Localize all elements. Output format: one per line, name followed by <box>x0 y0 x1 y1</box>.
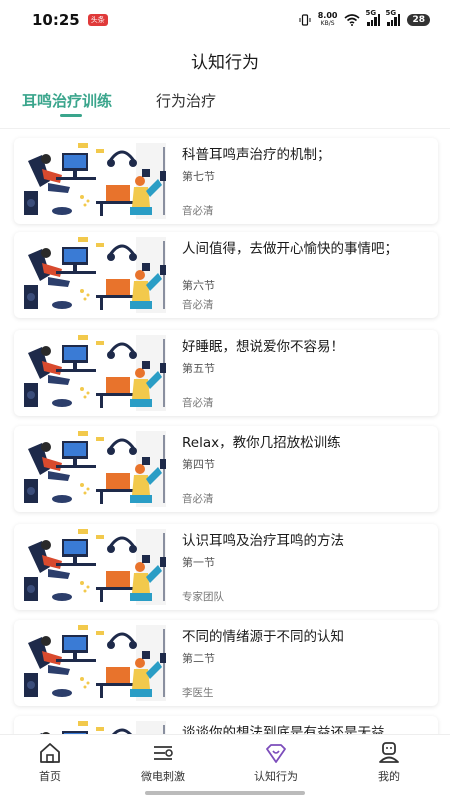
course-info: 好睡眠，想说爱你不容易！ 第五节 音必清 <box>168 330 438 416</box>
course-thumbnail <box>18 527 168 607</box>
wifi-icon <box>344 14 360 26</box>
course-section: 第六节 <box>182 279 215 292</box>
course-section: 第七节 <box>182 170 215 183</box>
illustration-image <box>18 333 168 413</box>
battery-icon: 28 <box>407 14 430 26</box>
status-indicators: 8.00 KB/S 5G 5G 28 <box>299 9 430 28</box>
tab-behavior-therapy[interactable]: 行为治疗 <box>156 90 216 111</box>
course-card[interactable]: 谈谈你的想法到底是有益还是无益 <box>14 716 438 734</box>
course-title: 不同的情绪源于不同的认知 <box>182 629 344 645</box>
nav-home[interactable]: 首页 <box>10 741 90 784</box>
illustration-image <box>18 429 168 509</box>
course-card[interactable]: 人间值得，去做开心愉快的事情吧； 第六节 音必清 <box>14 232 438 318</box>
active-tab-indicator <box>60 114 82 117</box>
illustration-image <box>18 235 168 315</box>
illustration-image <box>18 141 168 221</box>
illustration-image <box>18 527 168 607</box>
course-thumbnail <box>18 235 168 315</box>
course-info: 不同的情绪源于不同的认知 第二节 李医生 <box>168 620 438 706</box>
course-section: 第四节 <box>182 458 215 471</box>
illustration-image <box>18 719 168 734</box>
nav-label: 首页 <box>39 770 61 783</box>
course-title: 谈谈你的想法到底是有益还是无益 <box>182 725 385 734</box>
course-list[interactable]: 科普耳鸣声治疗的机制； 第七节 音必清 人间值得，去做开心愉快的事情吧； 第六节… <box>0 134 450 734</box>
status-bar: 10:25 头条 8.00 KB/S 5G 5G 28 <box>0 0 450 40</box>
course-info: 谈谈你的想法到底是有益还是无益 <box>168 716 438 734</box>
cellular-signal-icon-2: 5G <box>385 9 401 26</box>
course-title: 认识耳鸣及治疗耳鸣的方法 <box>182 533 344 549</box>
bottom-nav: 首页 微电刺激 认知行为 我的 <box>0 734 450 800</box>
page-title: 认知行为 <box>191 53 259 73</box>
course-info: 科普耳鸣声治疗的机制； 第七节 音必清 <box>168 138 438 224</box>
diamond-heart-icon <box>266 744 286 763</box>
course-info: Relax，教你几招放松训练 第四节 音必清 <box>168 426 438 512</box>
nav-label: 我的 <box>378 770 400 783</box>
course-section: 第二节 <box>182 652 215 665</box>
course-author: 音必清 <box>182 397 214 409</box>
home-icon <box>40 743 60 763</box>
course-author: 音必清 <box>182 205 214 217</box>
network-speed: 8.00 KB/S <box>317 11 338 28</box>
illustration-image <box>18 623 168 703</box>
vibrate-icon <box>299 14 311 26</box>
course-thumbnail <box>18 623 168 703</box>
nav-stimulation[interactable]: 微电刺激 <box>123 741 203 784</box>
stimulation-icon <box>154 746 173 760</box>
course-card[interactable]: 科普耳鸣声治疗的机制； 第七节 音必清 <box>14 138 438 224</box>
course-title: Relax，教你几招放松训练 <box>182 435 341 451</box>
tab-tinnitus-training[interactable]: 耳鸣治疗训练 <box>22 90 112 111</box>
nav-cognitive-behavior[interactable]: 认知行为 <box>236 741 316 784</box>
course-author: 音必清 <box>182 299 214 311</box>
status-time: 10:25 <box>32 11 80 29</box>
nav-label: 认知行为 <box>254 770 298 783</box>
nav-profile[interactable]: 我的 <box>349 741 429 784</box>
course-thumbnail <box>18 429 168 509</box>
home-indicator[interactable] <box>145 791 305 795</box>
status-notification-tag: 头条 <box>87 14 108 26</box>
course-thumbnail <box>18 333 168 413</box>
course-author: 李医生 <box>182 687 214 699</box>
nav-label: 微电刺激 <box>141 770 185 783</box>
course-title: 人间值得，去做开心愉快的事情吧； <box>182 241 398 257</box>
course-title: 科普耳鸣声治疗的机制； <box>182 147 331 163</box>
course-section: 第一节 <box>182 556 215 569</box>
tabs-divider <box>0 128 450 129</box>
course-thumbnail <box>18 719 168 734</box>
course-card[interactable]: 好睡眠，想说爱你不容易！ 第五节 音必清 <box>14 330 438 416</box>
course-title: 好睡眠，想说爱你不容易！ <box>182 339 344 355</box>
course-card[interactable]: Relax，教你几招放松训练 第四节 音必清 <box>14 426 438 512</box>
cellular-signal-icon: 5G <box>365 9 381 26</box>
course-card[interactable]: 不同的情绪源于不同的认知 第二节 李医生 <box>14 620 438 706</box>
course-thumbnail <box>18 141 168 221</box>
profile-icon <box>379 742 399 763</box>
course-info: 人间值得，去做开心愉快的事情吧； 第六节 音必清 <box>168 232 438 318</box>
course-author: 专家团队 <box>182 591 224 603</box>
tab-bar: 耳鸣治疗训练 行为治疗 <box>0 90 450 122</box>
course-section: 第五节 <box>182 362 215 375</box>
course-author: 音必清 <box>182 493 214 505</box>
course-card[interactable]: 认识耳鸣及治疗耳鸣的方法 第一节 专家团队 <box>14 524 438 610</box>
course-info: 认识耳鸣及治疗耳鸣的方法 第一节 专家团队 <box>168 524 438 610</box>
